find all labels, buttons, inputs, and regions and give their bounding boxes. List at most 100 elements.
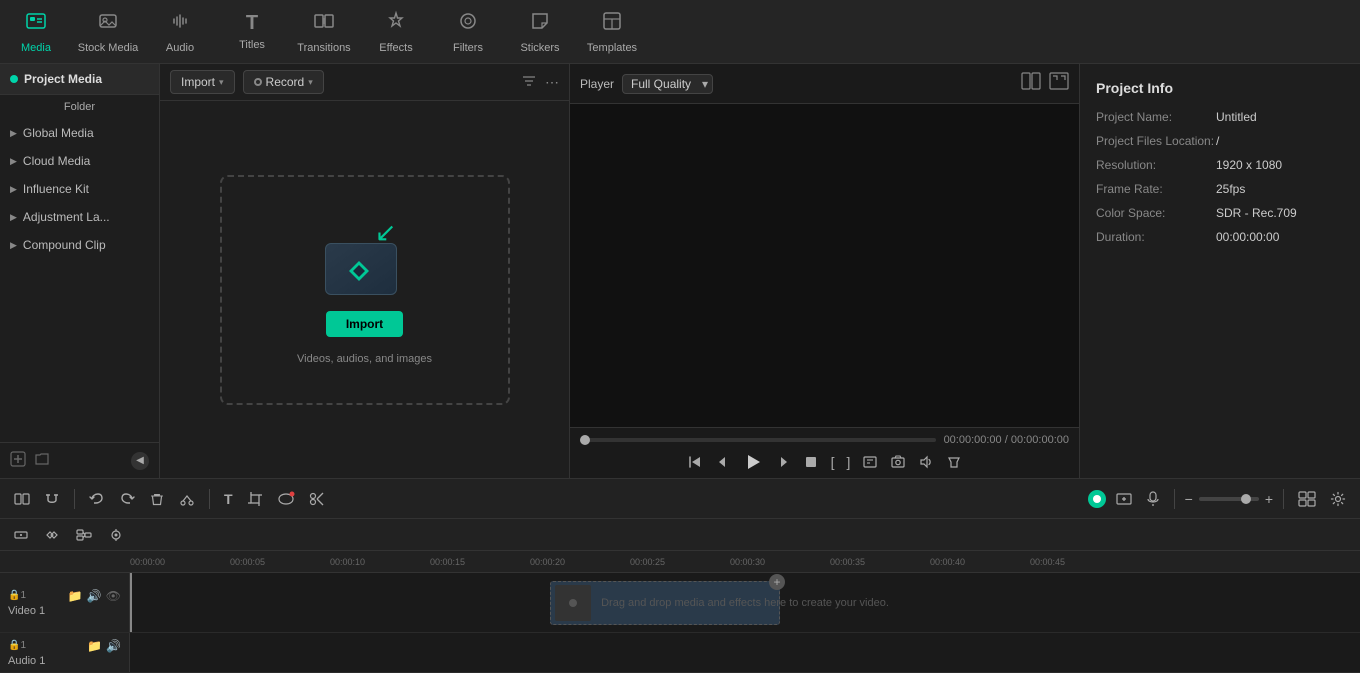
link-track-btn[interactable] [40,524,64,546]
sidebar-item-global-media[interactable]: ▶ Global Media [0,119,159,147]
nav-transitions[interactable]: Transitions [288,0,360,64]
play-button[interactable] [743,452,763,472]
more-icon[interactable]: ⋯ [545,74,559,91]
scene-detect-btn[interactable] [104,524,128,546]
sidebar-item-adjustment-layer[interactable]: ▶ Adjustment La... [0,203,159,231]
frame-forward-icon[interactable] [775,454,791,470]
right-panel: Project Info Project Name: Untitled Proj… [1080,64,1360,478]
import-drop-button[interactable]: Import [326,311,403,337]
nav-stickers[interactable]: Stickers [504,0,576,64]
ruler-mark-0: 00:00:00 [130,557,230,567]
sidebar-item-influence-kit[interactable]: ▶ Influence Kit [0,175,159,203]
ruler-mark-6: 00:00:30 [730,557,830,567]
crop-btn[interactable] [243,487,267,511]
record-dot-icon [254,78,262,86]
ai-btn[interactable] [273,487,299,511]
folder-add-icon[interactable] [34,451,50,470]
text-btn[interactable]: T [220,487,237,511]
zoom-slider[interactable] [1199,497,1259,501]
audio-track-row: 🔒1 📁 🔊 Audio 1 [0,633,1360,673]
track-controls-bar [0,519,1360,551]
video-track-eye-icon[interactable]: 👁 [106,589,121,603]
audio-track-info: 🔒1 📁 🔊 Audio 1 [8,639,121,667]
filter-icon[interactable] [521,73,537,92]
nav-stock-media-label: Stock Media [78,42,139,54]
video-track-row: 🔒1 📁 🔊 👁 Video 1 + [0,573,1360,633]
snapshot-icon[interactable] [890,454,906,470]
video-track-info: 🔒1 📁 🔊 👁 Video 1 [8,589,121,617]
add-clip-btn[interactable] [1112,487,1136,511]
scissors-btn[interactable] [305,487,329,511]
layout-toggle-btn[interactable] [1294,487,1320,511]
info-label-location: Project Files Location: [1096,134,1216,148]
sidebar-folder[interactable]: Folder [0,95,159,119]
undo-btn[interactable] [85,487,109,511]
progress-track[interactable] [580,438,936,442]
audio-icon[interactable] [918,454,934,470]
settings-btn[interactable] [1326,487,1350,511]
audio-track-folder-icon[interactable]: 📁 [87,639,102,653]
audio-track-content[interactable] [130,633,1360,672]
sidebar-label: Global Media [23,126,94,140]
nav-media[interactable]: Media [0,0,72,64]
info-value-duration: 00:00:00:00 [1216,230,1279,244]
nav-titles[interactable]: T Titles [216,0,288,64]
audio-track-mute-icon[interactable]: 🔊 [106,639,121,653]
split-view-icon[interactable] [1021,72,1041,95]
add-media-icon[interactable] [10,451,26,470]
audio-icon [169,10,191,38]
media-icon [25,10,47,38]
clip-add-btn[interactable]: + [769,574,785,590]
sidebar-item-compound-clip[interactable]: ▶ Compound Clip [0,231,159,259]
frame-back-icon[interactable] [715,454,731,470]
audio-track-num: 🔒1 [8,640,26,651]
ruler-mark-5: 00:00:25 [630,557,730,567]
sidebar-item-cloud-media[interactable]: ▶ Cloud Media [0,147,159,175]
info-row-framerate: Frame Rate: 25fps [1096,182,1344,196]
group-track-btn[interactable] [72,524,96,546]
top-nav: Media Stock Media Audio T Titles [0,0,1360,64]
delete-btn[interactable] [145,487,169,511]
collapse-sidebar-btn[interactable]: ◀ [131,452,149,470]
sidebar-bottom: ◀ [0,442,159,478]
video-track-content[interactable]: + Drag and drop media and effects here t… [130,573,1360,632]
ruler-mark-3: 00:00:15 [430,557,530,567]
nav-templates[interactable]: Templates [576,0,648,64]
effects-icon [385,10,407,38]
zoom-out-btn[interactable]: − [1185,491,1193,507]
nav-audio[interactable]: Audio [144,0,216,64]
magnet-tool-btn[interactable] [40,487,64,511]
redo-btn[interactable] [115,487,139,511]
current-time: 00:00:00:00 / 00:00:00:00 [944,434,1069,446]
timeline-ruler: 00:00:00 00:00:05 00:00:10 00:00:15 00:0… [0,551,1360,573]
import-button[interactable]: Import ▾ [170,70,235,94]
microphone-btn[interactable] [1142,487,1164,511]
nav-effects[interactable]: Effects [360,0,432,64]
record-label: Record [266,75,305,89]
ruler-mark-1: 00:00:05 [230,557,330,567]
info-row-duration: Duration: 00:00:00:00 [1096,230,1344,244]
playhead [130,573,132,632]
add-track-btn[interactable] [10,524,32,546]
info-label-resolution: Resolution: [1096,158,1216,172]
separator-1 [74,489,75,509]
mark-icon[interactable] [862,454,878,470]
video-track-audio-icon[interactable]: 🔊 [87,589,102,603]
scene-split-btn[interactable] [10,487,34,511]
progress-thumb[interactable] [580,435,590,445]
nav-stock-media[interactable]: Stock Media [72,0,144,64]
out-point-icon[interactable]: ] [847,454,851,470]
record-button[interactable]: Record ▾ [243,70,324,94]
quality-select[interactable]: Full Quality 1/2 Quality 1/4 Quality [622,74,713,94]
fullscreen-icon[interactable] [1049,72,1069,95]
video-track-folder-icon[interactable]: 📁 [68,589,83,603]
import-chevron-icon: ▾ [219,77,224,88]
stop-button[interactable] [803,454,819,470]
nav-filters[interactable]: Filters [432,0,504,64]
zoom-in-btn[interactable]: + [1265,491,1273,507]
skip-back-icon[interactable] [687,454,703,470]
more-controls-icon[interactable] [946,454,962,470]
import-drop-zone[interactable]: ↙ Import Videos, audios, and images [220,175,510,405]
cut-btn[interactable] [175,487,199,511]
in-point-icon[interactable]: [ [831,454,835,470]
